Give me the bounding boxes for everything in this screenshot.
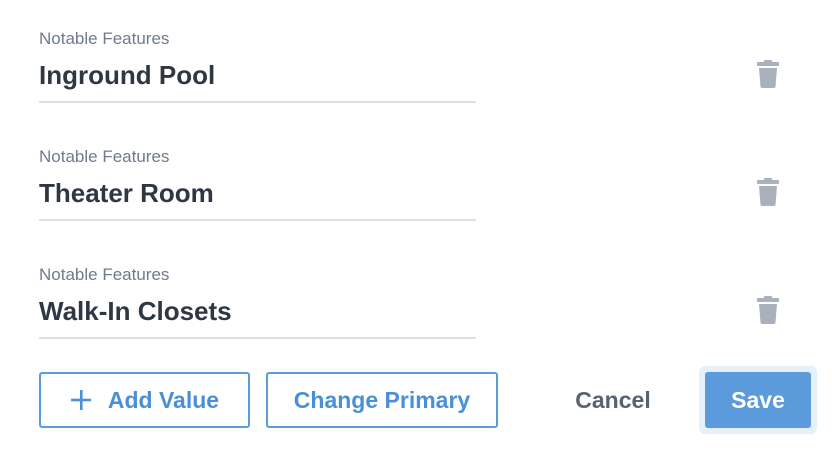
field-label: Notable Features: [39, 265, 170, 284]
field-value[interactable]: Walk-In Closets: [39, 295, 232, 327]
feature-field[interactable]: Notable Features Theater Room: [39, 147, 476, 221]
cancel-button[interactable]: Cancel: [556, 372, 670, 428]
save-label: Save: [731, 386, 785, 413]
field-label: Notable Features: [39, 147, 170, 166]
save-button-face[interactable]: Save: [705, 372, 811, 428]
cancel-label: Cancel: [575, 386, 651, 413]
field-label: Notable Features: [39, 29, 170, 48]
feature-field[interactable]: Notable Features Inground Pool: [39, 29, 476, 103]
field-value[interactable]: Theater Room: [39, 177, 214, 209]
add-value-label: Add Value: [107, 386, 220, 413]
field-value[interactable]: Inground Pool: [39, 59, 215, 91]
feature-field[interactable]: Notable Features Walk-In Closets: [39, 265, 476, 339]
save-button[interactable]: Save: [699, 366, 817, 434]
notable-features-editor: Notable Features Inground Pool Notable F…: [0, 0, 832, 466]
trash-icon[interactable]: [756, 296, 780, 324]
add-value-button[interactable]: Add Value: [39, 372, 250, 428]
trash-icon[interactable]: [756, 178, 780, 206]
change-primary-button[interactable]: Change Primary: [266, 372, 498, 428]
change-primary-label: Change Primary: [293, 386, 471, 413]
plus-icon: [70, 389, 92, 411]
trash-icon[interactable]: [756, 60, 780, 88]
